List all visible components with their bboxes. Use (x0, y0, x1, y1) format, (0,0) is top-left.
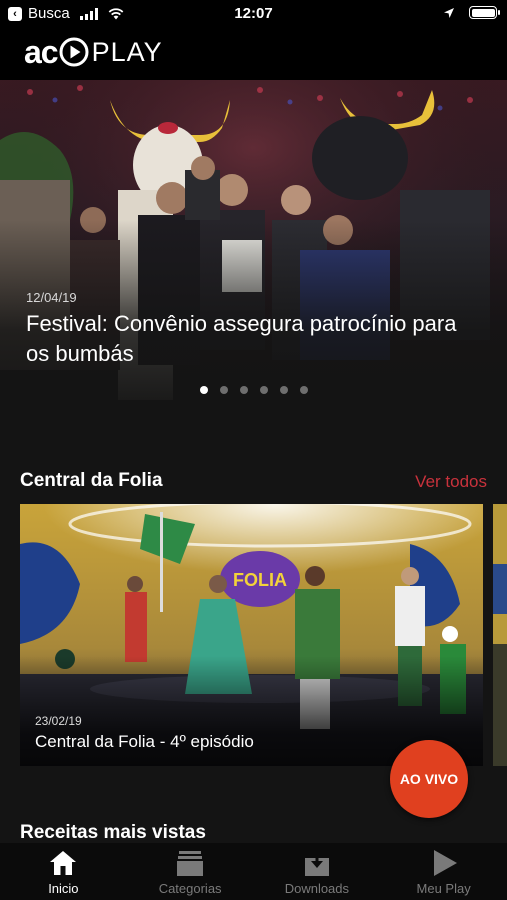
card-title: Central da Folia - 4º episódio (35, 732, 254, 751)
pager-dot[interactable] (279, 386, 288, 394)
clock: 12:07 (234, 5, 273, 22)
tab-downloads[interactable]: Downloads (254, 843, 381, 900)
battery-icon (469, 6, 500, 19)
tab-label: Downloads (284, 881, 350, 896)
section-title-folia: Central da Folia (20, 470, 163, 491)
app-logo[interactable]: ac PLAY (24, 36, 163, 68)
hero-title[interactable]: Festival: Convênio assegura patrocínio p… (26, 309, 466, 369)
svg-text:FOLIA: FOLIA (233, 570, 287, 590)
see-all-link[interactable]: Ver todos (415, 472, 487, 492)
tab-bar: Inicio Categorias Downloads Meu Play (0, 843, 507, 900)
logo-prefix: ac (24, 34, 59, 70)
video-card[interactable]: FOLIA 23/02/19 Central da Folia - 4º epi… (20, 504, 483, 766)
pager-dot[interactable] (259, 386, 268, 394)
card-date: 23/02/19 (35, 714, 82, 728)
status-bar: ‹ Busca 12:07 (0, 0, 507, 28)
tab-label: Categorias (158, 881, 222, 896)
play-icon (433, 850, 457, 876)
app-header: ac PLAY (0, 28, 507, 80)
pager-dot[interactable] (199, 386, 208, 394)
home-icon (50, 851, 77, 875)
pager-dot[interactable] (239, 386, 248, 394)
logo-play-icon (59, 37, 89, 67)
pager-dot[interactable] (219, 386, 228, 394)
location-arrow-icon (444, 7, 454, 18)
hero-date: 12/04/19 (26, 290, 77, 305)
next-card-peek[interactable] (493, 504, 507, 766)
tab-label: Meu Play (416, 881, 471, 896)
download-icon (304, 850, 329, 876)
live-button[interactable]: AO VIVO (390, 740, 468, 818)
next-card-thumbnail (493, 504, 507, 766)
tab-categorias[interactable]: Categorias (127, 843, 254, 900)
hero-carousel[interactable]: 12/04/19 Festival: Convênio assegura pat… (0, 80, 507, 420)
logo-suffix: PLAY (91, 36, 163, 67)
tab-inicio[interactable]: Inicio (0, 843, 127, 900)
pager-dot[interactable] (299, 386, 308, 394)
section-title-recipes: Receitas mais vistas (20, 822, 206, 843)
tab-meu-play[interactable]: Meu Play (380, 843, 507, 900)
categories-icon (177, 851, 204, 876)
carousel-pager (0, 386, 507, 394)
tab-label: Inicio (48, 881, 79, 896)
